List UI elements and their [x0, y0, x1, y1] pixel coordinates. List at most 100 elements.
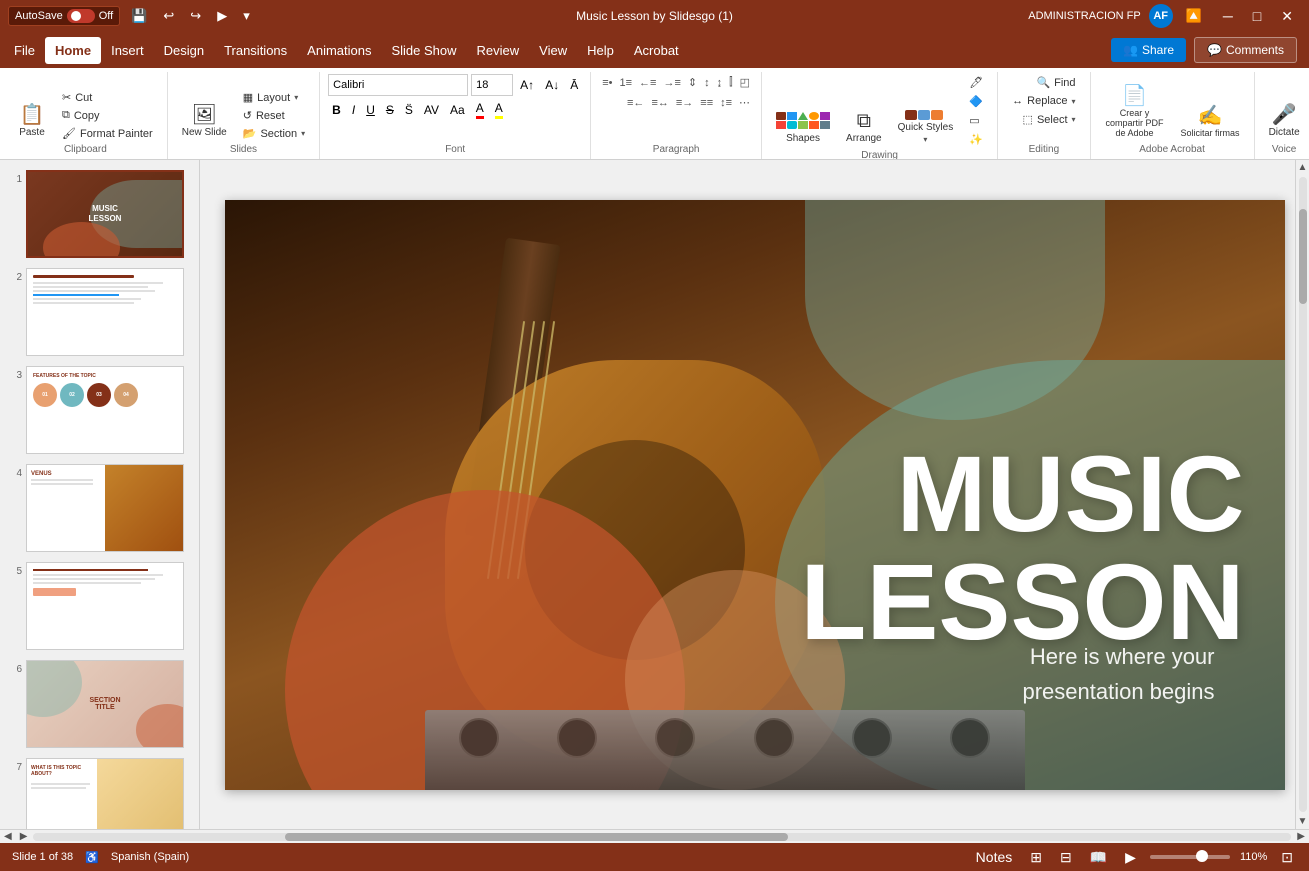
slide-thumb-3[interactable]: 3 FEATURES OF THE TOPIC 01 02 03 04: [4, 364, 195, 456]
layout-button[interactable]: ▦ Layout ▾: [237, 89, 311, 106]
slide-thumb-7[interactable]: 7 WHAT IS THIS TOPIC ABOUT?: [4, 756, 195, 829]
menu-animations[interactable]: Animations: [297, 37, 381, 64]
slide-thumbnail-6[interactable]: SECTIONTITLE: [26, 660, 184, 748]
align-left-button[interactable]: ≡←: [624, 94, 647, 111]
italic-button[interactable]: I: [348, 101, 359, 119]
dictate-button[interactable]: 🎤 Dictate: [1263, 101, 1306, 142]
align-center-button[interactable]: ≡↔: [648, 94, 671, 111]
fit-slide-button[interactable]: ⊡: [1277, 847, 1297, 868]
slide-thumb-5[interactable]: 5: [4, 560, 195, 652]
slide-thumbnail-4[interactable]: VENUS: [26, 464, 184, 552]
smart-art-button[interactable]: ◰: [737, 74, 753, 91]
col-spacing-button[interactable]: ⇕: [685, 74, 700, 91]
slide-thumb-2[interactable]: 2: [4, 266, 195, 358]
font-color-button[interactable]: A: [472, 99, 488, 121]
underline-button[interactable]: U: [362, 101, 379, 119]
reset-button[interactable]: ↺ Reset: [237, 107, 311, 124]
bold-button[interactable]: B: [328, 101, 345, 119]
shape-outline-button[interactable]: ▭: [963, 112, 989, 129]
autosave-toggle[interactable]: [67, 9, 95, 23]
arrange-button[interactable]: ⧉ Arrange: [840, 107, 888, 148]
decrease-indent-button[interactable]: ←≡: [636, 74, 659, 91]
menu-transitions[interactable]: Transitions: [214, 37, 297, 64]
line-spacing-button[interactable]: ↕: [701, 74, 713, 91]
line-space-button[interactable]: ↕≡: [717, 94, 735, 111]
para-more-button[interactable]: ⋯: [736, 94, 753, 111]
bullets-button[interactable]: ≡•: [599, 74, 615, 91]
comments-button[interactable]: 💬 Comments: [1194, 37, 1297, 63]
notes-button[interactable]: Notes: [972, 847, 1017, 867]
slideshow-button[interactable]: ▶: [1121, 847, 1140, 868]
pen-button[interactable]: 🖊: [963, 74, 989, 91]
font-face-input[interactable]: [328, 74, 468, 96]
menu-file[interactable]: File: [4, 37, 45, 64]
reading-view-button[interactable]: 📖: [1086, 847, 1111, 868]
slide-thumbnail-3[interactable]: FEATURES OF THE TOPIC 01 02 03 04: [26, 366, 184, 454]
menu-design[interactable]: Design: [154, 37, 214, 64]
prev-slide-button[interactable]: ◀: [0, 831, 16, 842]
redo-button[interactable]: ↪: [185, 6, 206, 26]
shapes-button[interactable]: Shapes: [770, 108, 836, 148]
increase-indent-button[interactable]: →≡: [660, 74, 683, 91]
next-slide-button[interactable]: ▶: [16, 831, 32, 842]
normal-view-button[interactable]: ⊞: [1026, 847, 1046, 868]
cut-button[interactable]: ✂ Cut: [56, 89, 159, 106]
scroll-down-button[interactable]: ▼: [1296, 814, 1309, 829]
present-button[interactable]: ▶: [212, 6, 232, 26]
font-size-input[interactable]: [471, 74, 513, 96]
clear-format-button[interactable]: Ā: [566, 76, 582, 94]
replace-button[interactable]: ↔ Replace ▾: [1006, 93, 1081, 109]
find-button[interactable]: 🔍 Find: [1030, 74, 1081, 91]
decrease-font-button[interactable]: A↓: [541, 76, 563, 94]
scroll-right-button[interactable]: ▶: [1293, 831, 1309, 842]
vertical-scrollbar[interactable]: ▲ ▼: [1295, 160, 1309, 829]
slide-thumbnail-1[interactable]: MUSICLESSON: [26, 170, 184, 258]
minimize-button[interactable]: ─: [1215, 6, 1241, 27]
h-scroll-thumb[interactable]: [285, 833, 788, 841]
shape-fill-button[interactable]: 🔷: [963, 93, 989, 110]
autosave-badge[interactable]: AutoSave Off: [8, 6, 120, 26]
slide-thumb-1[interactable]: 1 MUSICLESSON: [4, 168, 195, 260]
zoom-slider[interactable]: [1150, 855, 1230, 859]
strikethrough-button[interactable]: S: [382, 101, 398, 119]
request-sign-button[interactable]: ✍ Solicitar firmas: [1175, 102, 1246, 142]
share-button[interactable]: 👥 Share: [1111, 38, 1186, 62]
menu-home[interactable]: Home: [45, 37, 101, 64]
slide-thumbnail-5[interactable]: [26, 562, 184, 650]
change-case-button[interactable]: Aa: [446, 101, 469, 119]
ribbon-display-button[interactable]: 🔼: [1181, 6, 1207, 26]
paste-button[interactable]: 📋 Paste: [12, 101, 52, 142]
numbering-button[interactable]: 1≡: [617, 74, 636, 91]
slide-thumb-4[interactable]: 4 VENUS: [4, 462, 195, 554]
maximize-button[interactable]: □: [1245, 6, 1269, 27]
customize-button[interactable]: ▾: [238, 6, 255, 26]
format-painter-button[interactable]: 🖌 Format Painter: [56, 125, 159, 142]
shadow-button[interactable]: S̈: [401, 101, 417, 119]
select-button[interactable]: ⬚ Select ▾: [1017, 111, 1082, 128]
justify-button[interactable]: ≡≡: [697, 94, 716, 111]
slide-thumb-6[interactable]: 6 SECTIONTITLE: [4, 658, 195, 750]
slide-thumbnail-7[interactable]: WHAT IS THIS TOPIC ABOUT?: [26, 758, 184, 829]
save-button[interactable]: 💾: [126, 6, 152, 26]
new-slide-button[interactable]: 🖼 New Slide: [176, 101, 233, 142]
menu-insert[interactable]: Insert: [101, 37, 154, 64]
copy-button[interactable]: ⧉ Copy: [56, 107, 159, 124]
char-spacing-button[interactable]: AV: [420, 101, 443, 119]
slide-thumbnail-2[interactable]: [26, 268, 184, 356]
text-columns-button[interactable]: ⫿: [726, 74, 736, 91]
undo-button[interactable]: ↩: [158, 6, 179, 26]
text-direction-button[interactable]: ↨: [714, 74, 726, 91]
shape-effects-button[interactable]: ✨: [963, 131, 989, 148]
align-right-button[interactable]: ≡→: [673, 94, 696, 111]
menu-help[interactable]: Help: [577, 37, 624, 64]
quick-styles-button[interactable]: Quick Styles ▾: [892, 106, 960, 148]
scroll-thumb[interactable]: [1299, 209, 1307, 304]
section-button[interactable]: 📂 Section ▾: [237, 125, 311, 142]
increase-font-button[interactable]: A↑: [516, 76, 538, 94]
avatar[interactable]: AF: [1149, 4, 1173, 28]
scroll-up-button[interactable]: ▲: [1296, 160, 1309, 175]
close-button[interactable]: ✕: [1273, 6, 1301, 27]
highlight-button[interactable]: A: [491, 99, 507, 121]
create-pdf-button[interactable]: 📄 Crear y compartir PDF de Adobe: [1099, 82, 1171, 142]
menu-acrobat[interactable]: Acrobat: [624, 37, 689, 64]
